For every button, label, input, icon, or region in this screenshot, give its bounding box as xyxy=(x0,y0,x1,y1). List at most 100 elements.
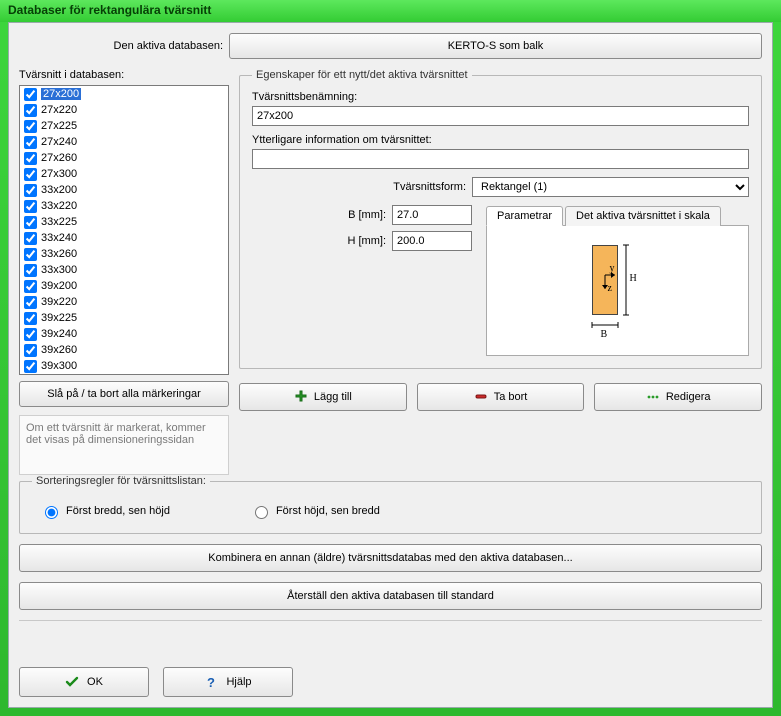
list-item-label: 33x200 xyxy=(41,184,77,196)
list-item-label: 33x220 xyxy=(41,200,77,212)
list-item-label: 39x225 xyxy=(41,312,77,324)
sort-radio-1[interactable] xyxy=(45,506,58,519)
list-item-label: 27x300 xyxy=(41,168,77,180)
remove-label: Ta bort xyxy=(494,391,528,403)
name-input[interactable] xyxy=(252,106,749,126)
list-item[interactable]: 27x260 xyxy=(20,150,228,166)
sort-legend: Sorteringsregler för tvärsnittslistan: xyxy=(32,475,210,487)
minus-icon xyxy=(474,390,488,404)
list-item-label: 33x225 xyxy=(41,216,77,228)
list-item[interactable]: 33x300 xyxy=(20,262,228,278)
list-item-checkbox[interactable] xyxy=(24,200,37,213)
sort-radio-2[interactable] xyxy=(255,506,268,519)
list-item-label: 27x225 xyxy=(41,120,77,132)
axis-y: y xyxy=(610,263,615,274)
active-db-button[interactable]: KERTO-S som balk xyxy=(229,33,762,59)
list-item[interactable]: 27x200 xyxy=(20,86,228,102)
list-item-label: 33x240 xyxy=(41,232,77,244)
list-item-label: 39x220 xyxy=(41,296,77,308)
form-label: Tvärsnittsform: xyxy=(252,181,472,193)
check-icon xyxy=(65,675,79,689)
help-label: Hjälp xyxy=(226,676,251,688)
list-item[interactable]: 33x260 xyxy=(20,246,228,262)
list-item-checkbox[interactable] xyxy=(24,296,37,309)
list-item-label: 39x300 xyxy=(41,360,77,372)
list-item-checkbox[interactable] xyxy=(24,232,37,245)
list-item-label: 33x260 xyxy=(41,248,77,260)
list-item[interactable]: 33x220 xyxy=(20,198,228,214)
extra-input[interactable] xyxy=(252,149,749,169)
list-item-checkbox[interactable] xyxy=(24,104,37,117)
tab-parametrar[interactable]: Parametrar xyxy=(486,206,563,226)
list-item[interactable]: 27x220 xyxy=(20,102,228,118)
properties-group: Egenskaper för ett nytt/det aktiva tvärs… xyxy=(239,69,762,369)
list-item-checkbox[interactable] xyxy=(24,360,37,373)
tab-skala[interactable]: Det aktiva tvärsnittet i skala xyxy=(565,206,721,226)
list-item[interactable]: 39x240 xyxy=(20,326,228,342)
sort-group: Sorteringsregler för tvärsnittslistan: F… xyxy=(19,475,762,534)
properties-legend: Egenskaper för ett nytt/det aktiva tvärs… xyxy=(252,69,472,81)
list-item-label: 39x240 xyxy=(41,328,77,340)
plus-icon xyxy=(294,390,308,404)
list-item-checkbox[interactable] xyxy=(24,248,37,261)
list-item-checkbox[interactable] xyxy=(24,168,37,181)
list-item-label: 33x300 xyxy=(41,264,77,276)
window-title: Databaser för rektangulära tvärsnitt xyxy=(8,3,211,17)
edit-icon xyxy=(646,390,660,404)
question-icon: ? xyxy=(204,675,218,689)
h-input[interactable] xyxy=(392,231,472,251)
add-button[interactable]: Lägg till xyxy=(239,383,407,411)
list-item[interactable]: 27x240 xyxy=(20,134,228,150)
preview-dimensions xyxy=(588,241,648,341)
list-item[interactable]: 39x300 xyxy=(20,358,228,374)
list-item-checkbox[interactable] xyxy=(24,120,37,133)
ok-button[interactable]: OK xyxy=(19,667,149,697)
add-label: Lägg till xyxy=(314,391,352,403)
list-item[interactable]: 33x240 xyxy=(20,230,228,246)
combine-db-button[interactable]: Kombinera en annan (äldre) tvärsnittsdat… xyxy=(19,544,762,572)
active-db-label: Den aktiva databasen: xyxy=(19,40,229,52)
list-item[interactable]: 39x260 xyxy=(20,342,228,358)
ok-label: OK xyxy=(87,676,103,688)
edit-label: Redigera xyxy=(666,391,711,403)
list-item-checkbox[interactable] xyxy=(24,344,37,357)
list-hint: Om ett tvärsnitt är markerat, kommer det… xyxy=(19,415,229,475)
list-item[interactable]: 39x225 xyxy=(20,310,228,326)
list-item-checkbox[interactable] xyxy=(24,88,37,101)
preview-tabs: Parametrar Det aktiva tvärsnittet i skal… xyxy=(486,205,749,226)
list-item-label: 27x220 xyxy=(41,104,77,116)
list-item-checkbox[interactable] xyxy=(24,328,37,341)
dim-b: B xyxy=(601,329,608,340)
list-item[interactable]: 33x200 xyxy=(20,182,228,198)
list-item[interactable]: 33x225 xyxy=(20,214,228,230)
b-label: B [mm]: xyxy=(252,209,392,221)
list-item[interactable]: 27x225 xyxy=(20,118,228,134)
extra-label: Ytterligare information om tvärsnittet: xyxy=(252,134,749,146)
list-item-checkbox[interactable] xyxy=(24,216,37,229)
list-item-checkbox[interactable] xyxy=(24,136,37,149)
sort-opt1[interactable]: Först bredd, sen höjd xyxy=(40,503,170,519)
list-item[interactable]: 39x220 xyxy=(20,294,228,310)
list-item[interactable]: 39x200 xyxy=(20,278,228,294)
h-label: H [mm]: xyxy=(252,235,392,247)
list-item-checkbox[interactable] xyxy=(24,280,37,293)
edit-button[interactable]: Redigera xyxy=(594,383,762,411)
dim-h: H xyxy=(630,273,637,284)
list-item-checkbox[interactable] xyxy=(24,184,37,197)
reset-db-button[interactable]: Återställ den aktiva databasen till stan… xyxy=(19,582,762,610)
remove-button[interactable]: Ta bort xyxy=(417,383,585,411)
toggle-all-button[interactable]: Slå på / ta bort alla märkeringar xyxy=(19,381,229,407)
section-listbox[interactable]: 27x200 27x220 27x225 27x240 27x260 27x300 33x2… xyxy=(19,85,229,375)
list-item-checkbox[interactable] xyxy=(24,152,37,165)
b-input[interactable] xyxy=(392,205,472,225)
list-item-label: 27x260 xyxy=(41,152,77,164)
separator xyxy=(19,620,762,621)
window-titlebar: Databaser för rektangulära tvärsnitt xyxy=(0,0,781,22)
list-item-checkbox[interactable] xyxy=(24,264,37,277)
list-item[interactable]: 27x300 xyxy=(20,166,228,182)
sort-opt2[interactable]: Först höjd, sen bredd xyxy=(250,503,380,519)
section-preview: H B y z xyxy=(486,226,749,356)
help-button[interactable]: ? Hjälp xyxy=(163,667,293,697)
list-item-checkbox[interactable] xyxy=(24,312,37,325)
form-select[interactable]: Rektangel (1) xyxy=(472,177,749,197)
